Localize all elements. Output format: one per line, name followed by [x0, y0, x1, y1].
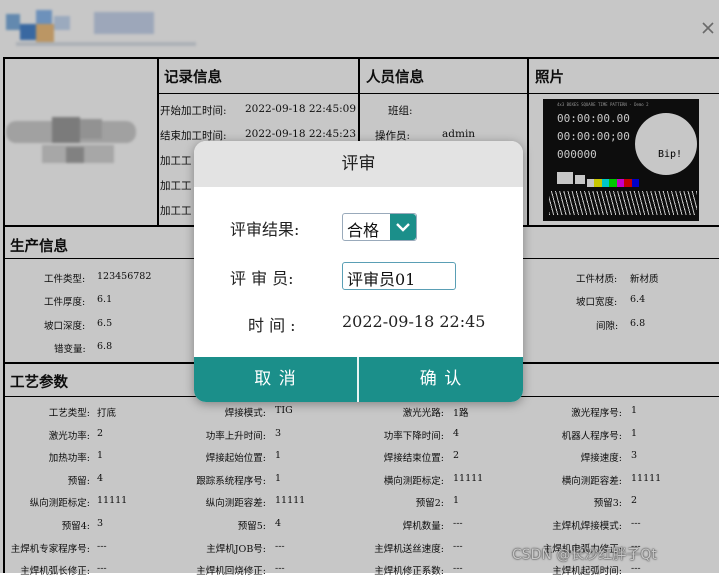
time-value: 2022-09-18 22:45	[342, 312, 486, 331]
reviewer-input[interactable]: 评审员01	[342, 262, 456, 290]
dialog-title: 评审	[194, 141, 523, 187]
review-result-select[interactable]: 合格	[342, 213, 417, 241]
chevron-down-icon[interactable]	[390, 214, 416, 240]
time-label: 时 间 :	[248, 316, 296, 335]
confirm-button[interactable]: 确 认	[359, 357, 523, 402]
cancel-button[interactable]: 取 消	[194, 357, 357, 402]
review-result-value: 合格	[347, 221, 380, 240]
review-result-label: 评审结果:	[230, 220, 300, 239]
reviewer-label: 评 审 员:	[230, 269, 294, 288]
reviewer-input-value: 评审员01	[347, 270, 416, 289]
review-dialog: 评审 评审结果: 合格 评 审 员: 评审员01 时 间 : 2022-09-1…	[194, 141, 523, 402]
